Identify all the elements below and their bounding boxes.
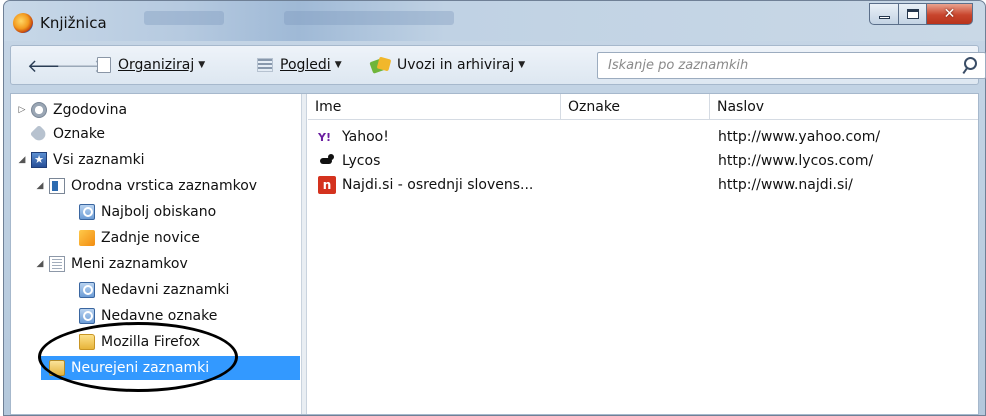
- column-header-location[interactable]: Naslov: [710, 94, 980, 120]
- organize-icon: [97, 57, 111, 73]
- cell-tags: [568, 150, 708, 172]
- smart-folder-icon: [79, 204, 95, 220]
- table-row[interactable]: n Najdi.si - osrednji slovens... http://…: [308, 174, 978, 196]
- tree-item-all-bookmarks[interactable]: ◢ ★ Vsi zaznamki: [11, 148, 300, 172]
- maximize-button[interactable]: [899, 3, 927, 25]
- blurred-background: [284, 11, 454, 25]
- column-header-name[interactable]: Ime: [308, 94, 560, 120]
- bookmarks-menu-icon: [49, 256, 65, 272]
- history-clock-icon: [31, 102, 47, 118]
- expand-arrow-icon[interactable]: ▷: [17, 105, 27, 115]
- rss-feed-icon: [79, 230, 95, 246]
- cell-tags: [568, 174, 708, 196]
- tree-item-bookmarks-menu[interactable]: ◢ Meni zaznamkov: [11, 252, 300, 276]
- window-title: Knjižnica: [40, 14, 107, 32]
- bookmarks-toolbar-icon: [49, 178, 65, 194]
- close-icon: ✕: [943, 6, 956, 22]
- cell-tags: [568, 126, 708, 148]
- blurred-background: [144, 11, 224, 25]
- tree-item-label: Zgodovina: [53, 102, 128, 118]
- tree-item-label: Neurejeni zaznamki: [71, 360, 210, 376]
- places-tree[interactable]: ▷ Zgodovina Oznake ◢ ★ Vsi zaznamki ◢ Or…: [11, 94, 302, 414]
- content-area: ▷ Zgodovina Oznake ◢ ★ Vsi zaznamki ◢ Or…: [10, 93, 979, 415]
- tree-item-label: Mozilla Firefox: [101, 334, 201, 350]
- table-row[interactable]: Y! Yahoo! http://www.yahoo.com/: [308, 126, 978, 148]
- minimize-button[interactable]: [869, 3, 899, 25]
- tree-item-label: Oznake: [53, 126, 106, 142]
- tree-item-recent-tags[interactable]: Nedavne oznake: [11, 304, 300, 328]
- tree-item-most-visited[interactable]: Najbolj obiskano: [11, 200, 300, 224]
- tree-item-history[interactable]: ▷ Zgodovina: [11, 98, 300, 122]
- cell-location: http://www.najdi.si/: [718, 177, 853, 193]
- tree-item-unsorted-bookmarks[interactable]: Neurejeni zaznamki: [41, 356, 300, 380]
- tree-item-label: Najbolj obiskano: [101, 204, 217, 220]
- import-backup-menu-button[interactable]: Uvozi in arhiviraj ▼: [371, 57, 525, 73]
- smart-folder-icon: [79, 282, 95, 298]
- window-controls: ✕: [869, 3, 973, 25]
- chevron-down-icon: ▼: [198, 60, 206, 70]
- column-header-tags[interactable]: Oznake: [561, 94, 709, 120]
- title-bar[interactable]: Knjižnica ✕: [4, 1, 985, 41]
- views-label: Pogledi: [280, 57, 331, 73]
- search-input[interactable]: [598, 53, 938, 78]
- search-box[interactable]: [597, 52, 986, 79]
- tree-item-label: Orodna vrstica zaznamkov: [71, 178, 258, 194]
- tree-item-tags[interactable]: Oznake: [11, 122, 300, 146]
- tree-item-label: Nedavne oznake: [101, 308, 218, 324]
- chevron-down-icon: ▼: [518, 60, 526, 70]
- tree-item-bookmarks-toolbar[interactable]: ◢ Orodna vrstica zaznamkov: [11, 174, 300, 198]
- yahoo-favicon: Y!: [318, 130, 331, 144]
- firefox-icon: [13, 13, 33, 33]
- bookmark-name: Yahoo!: [342, 129, 389, 145]
- cell-location: http://www.lycos.com/: [718, 153, 874, 169]
- bookmark-list[interactable]: Ime Oznake Naslov Y! Yahoo! http://www.y…: [308, 94, 978, 414]
- toolbar: 🡐 🡒 Organiziraj ▼ Pogledi ▼ Uvozi in arh…: [10, 45, 986, 85]
- tree-item-label: Zadnje novice: [101, 230, 200, 246]
- organize-menu-button[interactable]: Organiziraj ▼: [97, 57, 205, 73]
- import-label: Uvozi in arhiviraj: [397, 57, 515, 73]
- tree-item-label: Nedavni zaznamki: [101, 282, 230, 298]
- minimize-icon: [878, 15, 890, 19]
- views-icon: [257, 58, 273, 72]
- bookmarks-star-icon: ★: [31, 152, 47, 168]
- tag-icon: [29, 124, 49, 144]
- cell-name: n Najdi.si - osrednji slovens...: [318, 174, 578, 196]
- tree-item-label: Vsi zaznamki: [53, 152, 145, 168]
- column-header-row: Ime Oznake Naslov: [308, 94, 978, 120]
- tree-item-mozilla-firefox[interactable]: Mozilla Firefox: [11, 330, 300, 354]
- table-row[interactable]: Lycos http://www.lycos.com/: [308, 150, 978, 172]
- chevron-down-icon: ▼: [334, 60, 342, 70]
- bookmark-name: Najdi.si - osrednji slovens...: [342, 177, 534, 193]
- pane-splitter[interactable]: [302, 94, 307, 414]
- close-button[interactable]: ✕: [927, 3, 973, 25]
- collapse-arrow-icon[interactable]: ◢: [35, 181, 45, 191]
- cell-name: Lycos: [318, 150, 558, 172]
- import-backup-icon: [371, 57, 391, 73]
- cell-name: Y! Yahoo!: [318, 126, 558, 148]
- tree-item-label: Meni zaznamkov: [71, 256, 188, 272]
- collapse-arrow-icon[interactable]: ◢: [17, 155, 27, 165]
- maximize-icon: [906, 9, 919, 19]
- cell-location: http://www.yahoo.com/: [718, 129, 881, 145]
- collapse-arrow-icon[interactable]: ◢: [35, 259, 45, 269]
- library-window: Knjižnica ✕ 🡐 🡒 Organiziraj ▼ Pogledi ▼ …: [3, 0, 986, 416]
- views-menu-button[interactable]: Pogledi ▼: [257, 57, 342, 73]
- tree-item-recent-bookmarks[interactable]: Nedavni zaznamki: [11, 278, 300, 302]
- lycos-favicon: [318, 153, 336, 169]
- organize-label: Organiziraj: [118, 57, 195, 73]
- tree-item-latest-news[interactable]: Zadnje novice: [11, 226, 300, 250]
- bookmark-name: Lycos: [342, 153, 381, 169]
- najdi-favicon: n: [318, 176, 336, 194]
- folder-icon: [79, 334, 95, 350]
- unsorted-bookmarks-icon: [49, 360, 65, 376]
- smart-folder-icon: [79, 308, 95, 324]
- search-icon[interactable]: [961, 57, 977, 75]
